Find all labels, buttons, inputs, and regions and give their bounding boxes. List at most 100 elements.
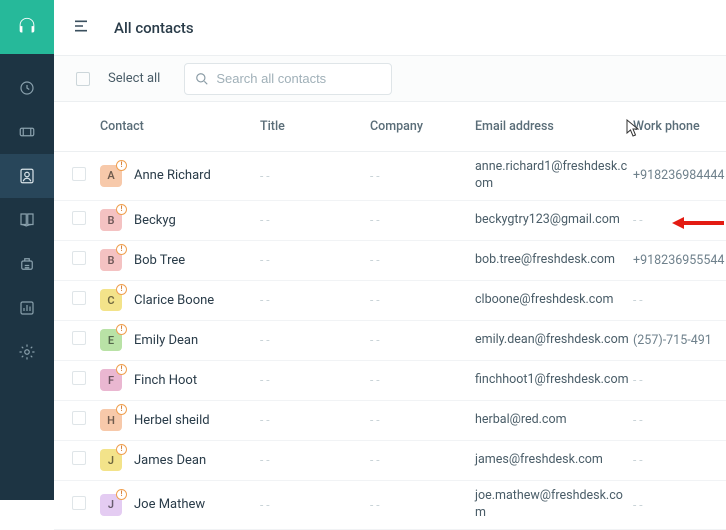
menu-toggle-icon[interactable] xyxy=(72,18,90,38)
alert-badge-icon: ! xyxy=(116,444,127,455)
cell-company: - - xyxy=(370,253,475,267)
table-row[interactable]: B!Beckyg- -- -beckygtry123@gmail.com- - xyxy=(54,201,726,241)
nav-knowledge-icon[interactable] xyxy=(0,198,54,242)
table-header: Contact Title Company Email address Work… xyxy=(54,102,726,152)
contact-name[interactable]: James Dean xyxy=(134,453,206,468)
nav-settings-icon[interactable] xyxy=(0,330,54,374)
cell-email[interactable]: joe.mathew@freshdesk.com xyxy=(475,488,633,522)
table-row[interactable]: B!Bob Tree- -- -bob.tree@freshdesk.com+9… xyxy=(54,241,726,281)
row-checkbox[interactable] xyxy=(72,167,86,181)
nav-automation-icon[interactable] xyxy=(0,242,54,286)
contact-name[interactable]: Bob Tree xyxy=(134,253,185,268)
alert-badge-icon: ! xyxy=(116,160,127,171)
row-checkbox[interactable] xyxy=(72,411,86,425)
cell-email[interactable]: james@freshdesk.com xyxy=(475,452,633,469)
table-row[interactable]: C!Clarice Boone- -- -clboone@freshdesk.c… xyxy=(54,281,726,321)
nav-reports-icon[interactable] xyxy=(0,286,54,330)
col-email[interactable]: Email address xyxy=(475,119,633,134)
search-icon xyxy=(195,72,209,86)
avatar: F! xyxy=(100,369,122,391)
row-checkbox[interactable] xyxy=(72,331,86,345)
avatar: B! xyxy=(100,249,122,271)
cell-email[interactable]: beckygtry123@gmail.com xyxy=(475,212,633,229)
contact-name[interactable]: Finch Hoot xyxy=(134,373,197,388)
filter-bar: Select all xyxy=(54,56,726,102)
cell-email[interactable]: herbal@red.com xyxy=(475,412,633,429)
nav-dashboard-icon[interactable] xyxy=(0,66,54,110)
table-row[interactable]: A!Anne Richard- -- -anne.richard1@freshd… xyxy=(54,152,726,201)
cell-company: - - xyxy=(370,453,475,467)
cell-workphone: - - xyxy=(633,293,726,307)
cell-title: - - xyxy=(260,213,370,227)
cell-company: - - xyxy=(370,169,475,183)
row-checkbox[interactable] xyxy=(72,496,86,510)
select-all-label: Select all xyxy=(108,71,160,86)
cell-workphone: - - xyxy=(633,213,726,227)
search-input[interactable] xyxy=(216,71,376,86)
row-checkbox[interactable] xyxy=(72,211,86,225)
row-checkbox[interactable] xyxy=(72,451,86,465)
cell-workphone: +918236984444 xyxy=(633,168,726,183)
cell-title: - - xyxy=(260,293,370,307)
table-row[interactable]: F!Finch Hoot- -- -finchhoot1@freshdesk.c… xyxy=(54,361,726,401)
table-row[interactable]: J!James Dean- -- -james@freshdesk.com- - xyxy=(54,441,726,481)
cell-workphone: +918236955544 xyxy=(633,253,726,268)
row-checkbox[interactable] xyxy=(72,291,86,305)
select-all-checkbox[interactable] xyxy=(76,72,90,86)
row-checkbox[interactable] xyxy=(72,251,86,265)
cell-email[interactable]: finchhoot1@freshdesk.com xyxy=(475,372,633,389)
avatar: E! xyxy=(100,329,122,351)
table-row[interactable]: J!Joe Mathew- -- -joe.mathew@freshdesk.c… xyxy=(54,481,726,530)
row-checkbox[interactable] xyxy=(72,371,86,385)
cell-workphone: - - xyxy=(633,453,726,467)
main-area: All contacts Select all Contact Title Co… xyxy=(54,0,726,500)
cell-title: - - xyxy=(260,169,370,183)
cell-company: - - xyxy=(370,413,475,427)
cell-email[interactable]: anne.richard1@freshdesk.com xyxy=(475,159,633,193)
cell-email[interactable]: clboone@freshdesk.com xyxy=(475,292,633,309)
cell-workphone: - - xyxy=(633,413,726,427)
alert-badge-icon: ! xyxy=(116,489,127,500)
cell-title: - - xyxy=(260,333,370,347)
avatar: C! xyxy=(100,289,122,311)
contact-name[interactable]: Emily Dean xyxy=(134,333,198,348)
sidebar xyxy=(0,0,54,500)
contact-name[interactable]: Anne Richard xyxy=(134,168,211,183)
alert-badge-icon: ! xyxy=(116,244,127,255)
app-logo[interactable] xyxy=(0,0,54,54)
cell-title: - - xyxy=(260,413,370,427)
avatar: H! xyxy=(100,409,122,431)
cell-company: - - xyxy=(370,373,475,387)
col-company[interactable]: Company xyxy=(370,119,475,134)
alert-badge-icon: ! xyxy=(116,364,127,375)
contact-name[interactable]: Herbel sheild xyxy=(134,413,210,428)
table-row[interactable]: E!Emily Dean- -- -emily.dean@freshdesk.c… xyxy=(54,321,726,361)
cell-title: - - xyxy=(260,253,370,267)
cell-workphone: - - xyxy=(633,373,726,387)
search-wrap xyxy=(184,63,392,95)
alert-badge-icon: ! xyxy=(116,284,127,295)
nav-tickets-icon[interactable] xyxy=(0,110,54,154)
cell-email[interactable]: emily.dean@freshdesk.com xyxy=(475,332,633,349)
alert-badge-icon: ! xyxy=(116,324,127,335)
cell-company: - - xyxy=(370,213,475,227)
cell-email[interactable]: bob.tree@freshdesk.com xyxy=(475,252,633,269)
alert-badge-icon: ! xyxy=(116,204,127,215)
cell-company: - - xyxy=(370,293,475,307)
contact-name[interactable]: Joe Mathew xyxy=(134,497,205,512)
nav-contacts-icon[interactable] xyxy=(0,154,54,198)
col-title[interactable]: Title xyxy=(260,119,370,134)
cell-title: - - xyxy=(260,453,370,467)
cell-title: - - xyxy=(260,373,370,387)
cell-company: - - xyxy=(370,333,475,347)
contact-name[interactable]: Beckyg xyxy=(134,213,176,228)
avatar: J! xyxy=(100,494,122,516)
topbar: All contacts xyxy=(54,0,726,56)
col-contact[interactable]: Contact xyxy=(100,119,260,134)
table-row[interactable]: H!Herbel sheild- -- -herbal@red.com- - xyxy=(54,401,726,441)
avatar: A! xyxy=(100,165,122,187)
avatar: J! xyxy=(100,449,122,471)
avatar: B! xyxy=(100,209,122,231)
col-workphone[interactable]: Work phone xyxy=(633,119,726,134)
contact-name[interactable]: Clarice Boone xyxy=(134,293,214,308)
